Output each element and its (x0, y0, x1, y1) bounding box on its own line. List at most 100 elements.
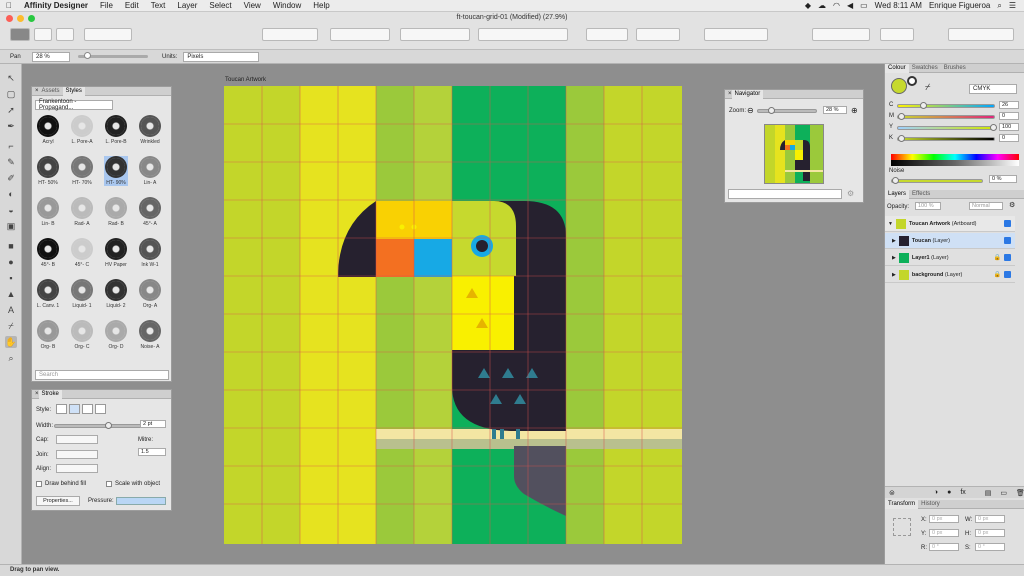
menu-file[interactable]: File (94, 1, 119, 10)
anchor-selector[interactable] (893, 518, 911, 536)
style-item[interactable]: L. Pore-A (70, 115, 94, 145)
persona-pixel-button[interactable] (34, 28, 52, 41)
x-field[interactable]: 0 px (929, 515, 959, 523)
triangle-tool-icon[interactable]: ▲ (5, 288, 17, 300)
menu-layer[interactable]: Layer (171, 1, 203, 10)
channel-field[interactable]: 0 (999, 112, 1019, 120)
channel-knob[interactable] (898, 135, 905, 142)
style-item[interactable]: Ink W-1 (138, 238, 162, 268)
style-item[interactable]: Org- B (36, 320, 60, 350)
styles-category-select[interactable]: Frankentoon - Propagand... (35, 99, 113, 111)
blend-mode-select[interactable]: Normal (969, 202, 1003, 210)
layer-row-artboard[interactable]: ▼ Toucan Artwork (Artboard) (885, 216, 1015, 232)
pressure-graph[interactable] (116, 497, 166, 505)
layer-settings-icon[interactable]: ⚙ (1009, 201, 1015, 209)
disclosure-icon[interactable]: ▶ (892, 255, 896, 261)
channel-slider[interactable] (897, 135, 995, 142)
fx-icon[interactable]: fx (960, 489, 965, 496)
style-item[interactable]: Lin- A (138, 156, 162, 186)
disclosure-icon[interactable]: ▶ (892, 272, 896, 278)
corner-tool-icon[interactable]: ⌐ (5, 140, 17, 152)
properties-button[interactable]: Properties... (36, 496, 80, 506)
style-item[interactable]: Rad- B (104, 197, 128, 227)
apple-icon[interactable]:  (0, 1, 18, 10)
style-item[interactable]: Acryl (36, 115, 60, 145)
menu-view[interactable]: View (238, 1, 267, 10)
fill-colour-swatch[interactable] (891, 78, 907, 94)
noise-knob[interactable] (892, 177, 899, 184)
align-buttons[interactable] (56, 464, 98, 473)
layer-row-toucan[interactable]: ▶ Toucan (Layer) (885, 233, 1015, 249)
style-item[interactable]: Wrinkled (138, 115, 162, 145)
no-stroke-button[interactable] (56, 404, 67, 414)
menu-clock[interactable]: Wed 8:11 AM (875, 1, 922, 10)
place-image-tool-icon[interactable]: ▣ (5, 220, 17, 232)
menu-text[interactable]: Text (145, 1, 172, 10)
units-select[interactable]: Pixels (183, 51, 260, 62)
draw-behind-checkbox[interactable] (36, 481, 42, 487)
rectangle-tool-icon[interactable]: ■ (5, 240, 17, 252)
align-buttons[interactable] (400, 28, 470, 41)
tab-navigator[interactable]: Navigator (731, 89, 764, 99)
tab-assets[interactable]: Assets (39, 88, 63, 94)
layer-visible-checkbox[interactable] (1004, 271, 1011, 278)
node-tool-icon[interactable]: ➚ (5, 104, 17, 116)
delete-layer-icon[interactable]: 🗑 (1016, 489, 1024, 497)
persona-designer-button[interactable] (10, 28, 30, 41)
menu-help[interactable]: Help (307, 1, 335, 10)
channel-field[interactable]: 0 (999, 134, 1019, 142)
artboard-tool-icon[interactable]: ▢ (5, 88, 17, 100)
style-item[interactable]: 45°- C (70, 238, 94, 268)
style-item[interactable]: HT- 50% (36, 156, 60, 186)
navigator-preview[interactable] (764, 124, 824, 184)
channel-field[interactable]: 100 (999, 123, 1019, 131)
menu-app-name[interactable]: Affinity Designer (18, 1, 94, 10)
menu-select[interactable]: Select (203, 1, 237, 10)
stroke-colour-swatch[interactable] (907, 76, 917, 86)
eyedropper-tool-icon[interactable]: ⌿ (5, 320, 17, 332)
channel-slider[interactable] (897, 124, 997, 131)
tab-swatches[interactable]: Swatches (909, 65, 941, 71)
texture-stroke-button[interactable] (95, 404, 106, 414)
boolean-buttons[interactable] (586, 28, 628, 41)
menu-window[interactable]: Window (267, 1, 307, 10)
scale-with-object-checkbox[interactable] (106, 481, 112, 487)
colour-spectrum[interactable] (891, 154, 1019, 166)
view-mode-buttons[interactable] (84, 28, 132, 41)
style-item[interactable]: Liquid- 1 (70, 279, 94, 309)
fill-tool-icon[interactable]: ◐ (5, 188, 17, 200)
style-item[interactable]: Liquid- 2 (104, 279, 128, 309)
style-item[interactable]: HV Paper (104, 238, 128, 268)
tab-effects[interactable]: Effects (909, 191, 933, 197)
spotlight-icon[interactable]: ⌕ (997, 1, 1001, 11)
zoom-field[interactable]: 28 % (32, 51, 70, 62)
channel-field[interactable]: 26 (999, 101, 1019, 109)
navigator-zoom-slider[interactable] (757, 107, 817, 114)
style-item[interactable]: L. Pore-B (104, 115, 128, 145)
tab-layers[interactable]: Layers (885, 189, 910, 199)
menu-user[interactable]: Enrique Figueroa (929, 1, 990, 10)
wifi-icon[interactable]: ◠ (833, 1, 840, 10)
tab-brushes[interactable]: Brushes (941, 65, 969, 71)
navigator-zoom-knob[interactable] (768, 107, 775, 114)
cloud-icon[interactable]: ☁ (818, 1, 826, 10)
assistant-buttons[interactable] (948, 28, 1014, 41)
order-buttons[interactable] (880, 28, 914, 41)
layer-visible-checkbox[interactable] (1004, 237, 1011, 244)
pencil-tool-icon[interactable]: ✎ (5, 156, 17, 168)
adjustment-icon[interactable]: ● (947, 489, 951, 496)
rotation-field[interactable]: 0 ° (929, 543, 959, 551)
tab-transform[interactable]: Transform (885, 499, 919, 509)
disclosure-icon[interactable]: ▶ (892, 238, 896, 244)
insert-buttons[interactable] (812, 28, 870, 41)
w-field[interactable]: 0 px (975, 515, 1005, 523)
rounded-rect-tool-icon[interactable]: ▪ (5, 272, 17, 284)
arrange-buttons[interactable] (262, 28, 318, 41)
lock-icon[interactable]: 🔒 (994, 254, 1001, 261)
layer-visible-checkbox[interactable] (1004, 254, 1011, 261)
solid-stroke-button[interactable] (69, 404, 80, 414)
new-group-icon[interactable]: ▤ (985, 489, 992, 497)
shear-field[interactable]: 0 ° (975, 543, 1005, 551)
persona-export-button[interactable] (56, 28, 74, 41)
zoom-slider-knob[interactable] (84, 52, 91, 59)
